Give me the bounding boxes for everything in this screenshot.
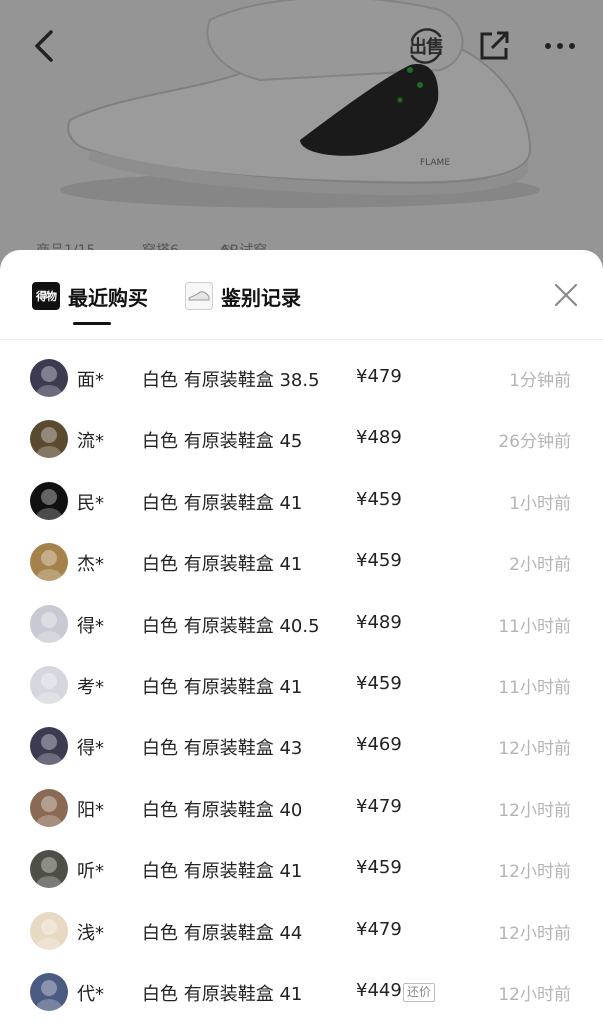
purchase-time: 2小时前 bbox=[509, 555, 571, 576]
more-button[interactable] bbox=[536, 22, 584, 70]
avatar[interactable] bbox=[30, 481, 68, 520]
shoe-thumbnail-icon bbox=[185, 282, 213, 310]
dewu-logo-icon: 得物 bbox=[32, 282, 60, 310]
price: ¥469 bbox=[356, 734, 402, 756]
sku-spec: 白色 有原装鞋盒 40 bbox=[142, 799, 303, 821]
purchase-row: 流* 白色 有原装鞋盒 45 ¥489 26分钟前 bbox=[0, 409, 603, 470]
price: ¥459 bbox=[356, 550, 402, 572]
avatar[interactable] bbox=[30, 359, 68, 397]
sell-icon: 出售 bbox=[404, 24, 448, 68]
purchase-time: 12小时前 bbox=[498, 739, 571, 760]
purchase-row: 得* 白色 有原装鞋盒 40.5 ¥489 11小时前 bbox=[0, 594, 603, 655]
sku-spec: 白色 有原装鞋盒 41 bbox=[142, 676, 303, 698]
avatar[interactable] bbox=[30, 604, 68, 643]
share-button[interactable] bbox=[470, 22, 518, 70]
purchase-row: 浅* 白色 有原装鞋盒 44 ¥479 12小时前 bbox=[0, 901, 603, 962]
tab-label: 最近购买 bbox=[68, 285, 148, 310]
close-icon bbox=[554, 283, 578, 307]
sku-spec: 白色 有原装鞋盒 40.5 bbox=[142, 615, 320, 637]
purchase-row: 面* 白色 有原装鞋盒 38.5 ¥479 1分钟前 bbox=[0, 348, 603, 409]
price: ¥489 bbox=[356, 611, 402, 633]
purchase-time: 11小时前 bbox=[498, 677, 571, 698]
purchase-row: 考* 白色 有原装鞋盒 41 ¥459 11小时前 bbox=[0, 655, 603, 716]
active-tab-indicator bbox=[73, 322, 111, 325]
buyer-name: 代* bbox=[77, 983, 104, 1005]
buyer-name: 民* bbox=[77, 492, 104, 514]
sku-spec: 白色 有原装鞋盒 41 bbox=[142, 492, 303, 514]
buyer-name: 考* bbox=[77, 676, 104, 698]
share-icon bbox=[480, 31, 509, 60]
buyer-name: 得* bbox=[77, 615, 104, 637]
sku-spec: 白色 有原装鞋盒 41 bbox=[142, 554, 303, 576]
sku-spec: 白色 有原装鞋盒 41 bbox=[142, 861, 303, 883]
purchase-row: 得* 白色 有原装鞋盒 43 ¥469 12小时前 bbox=[0, 716, 603, 777]
sku-spec: 白色 有原装鞋盒 44 bbox=[142, 922, 303, 944]
avatar[interactable] bbox=[30, 420, 68, 459]
avatar[interactable] bbox=[30, 727, 68, 766]
tab-authentication-records[interactable]: 鉴别记录 bbox=[185, 280, 301, 312]
purchase-time: 12小时前 bbox=[498, 984, 571, 1005]
sheet-header: 得物 最近购买 鉴别记录 bbox=[0, 250, 603, 340]
avatar[interactable] bbox=[30, 850, 68, 889]
purchase-row: 杰* 白色 有原装鞋盒 41 ¥459 2小时前 bbox=[0, 532, 603, 593]
purchase-row: 阳* 白色 有原装鞋盒 40 ¥479 12小时前 bbox=[0, 778, 603, 839]
recent-purchases-sheet: 得物 最近购买 鉴别记录 面* 白色 有原装鞋盒 38.5 ¥479 1分钟前流* 白色… bbox=[0, 250, 603, 1033]
purchase-row: 听* 白色 有原装鞋盒 41 ¥459 12小时前 bbox=[0, 839, 603, 900]
purchase-list: 面* 白色 有原装鞋盒 38.5 ¥479 1分钟前流* 白色 有原装鞋盒 45 ¥489… bbox=[0, 348, 603, 1023]
buyer-name: 阳* bbox=[77, 799, 104, 821]
avatar[interactable] bbox=[30, 972, 68, 1011]
buyer-name: 流* bbox=[77, 431, 104, 453]
sku-spec: 白色 有原装鞋盒 43 bbox=[142, 738, 303, 760]
price: ¥459 bbox=[356, 488, 402, 510]
price: ¥489 bbox=[356, 427, 402, 449]
buyer-name: 面* bbox=[77, 370, 104, 391]
top-bar: 出售 bbox=[0, 0, 603, 96]
more-icon bbox=[545, 43, 575, 49]
avatar[interactable] bbox=[30, 911, 68, 950]
tab-recent-purchases[interactable]: 得物 最近购买 bbox=[32, 280, 148, 312]
price: ¥449 bbox=[356, 979, 402, 1001]
sku-spec: 白色 有原装鞋盒 38.5 bbox=[142, 370, 320, 391]
price: ¥459 bbox=[356, 672, 402, 694]
buyer-name: 浅* bbox=[77, 922, 104, 944]
purchase-row: 代* 白色 有原装鞋盒 41 ¥449 12小时前 还价 bbox=[0, 962, 603, 1023]
purchase-time: 1小时前 bbox=[509, 493, 571, 514]
tab-label: 鉴别记录 bbox=[221, 285, 301, 310]
purchase-time: 12小时前 bbox=[498, 862, 571, 883]
close-button[interactable] bbox=[551, 280, 581, 310]
bargain-tag: 还价 bbox=[403, 982, 436, 1002]
purchase-row: 民* 白色 有原装鞋盒 41 ¥459 1小时前 bbox=[0, 471, 603, 532]
back-button[interactable] bbox=[20, 22, 68, 70]
sku-spec: 白色 有原装鞋盒 45 bbox=[142, 431, 303, 453]
purchase-time: 12小时前 bbox=[498, 923, 571, 944]
avatar[interactable] bbox=[30, 665, 68, 704]
price: ¥459 bbox=[356, 857, 402, 879]
purchase-time: 26分钟前 bbox=[498, 432, 571, 453]
purchase-time: 12小时前 bbox=[498, 800, 571, 821]
price: ¥479 bbox=[356, 366, 402, 387]
price: ¥479 bbox=[356, 795, 402, 817]
back-arrow-icon bbox=[35, 30, 53, 62]
sell-button[interactable]: 出售 bbox=[402, 22, 450, 70]
buyer-name: 杰* bbox=[77, 554, 104, 576]
sku-spec: 白色 有原装鞋盒 41 bbox=[142, 983, 303, 1005]
avatar[interactable] bbox=[30, 788, 68, 827]
buyer-name: 听* bbox=[77, 861, 104, 883]
avatar[interactable] bbox=[30, 543, 68, 582]
buyer-name: 得* bbox=[77, 738, 104, 760]
purchase-time: 1分钟前 bbox=[509, 371, 571, 391]
price: ¥479 bbox=[356, 918, 402, 940]
purchase-time: 11小时前 bbox=[498, 616, 571, 637]
